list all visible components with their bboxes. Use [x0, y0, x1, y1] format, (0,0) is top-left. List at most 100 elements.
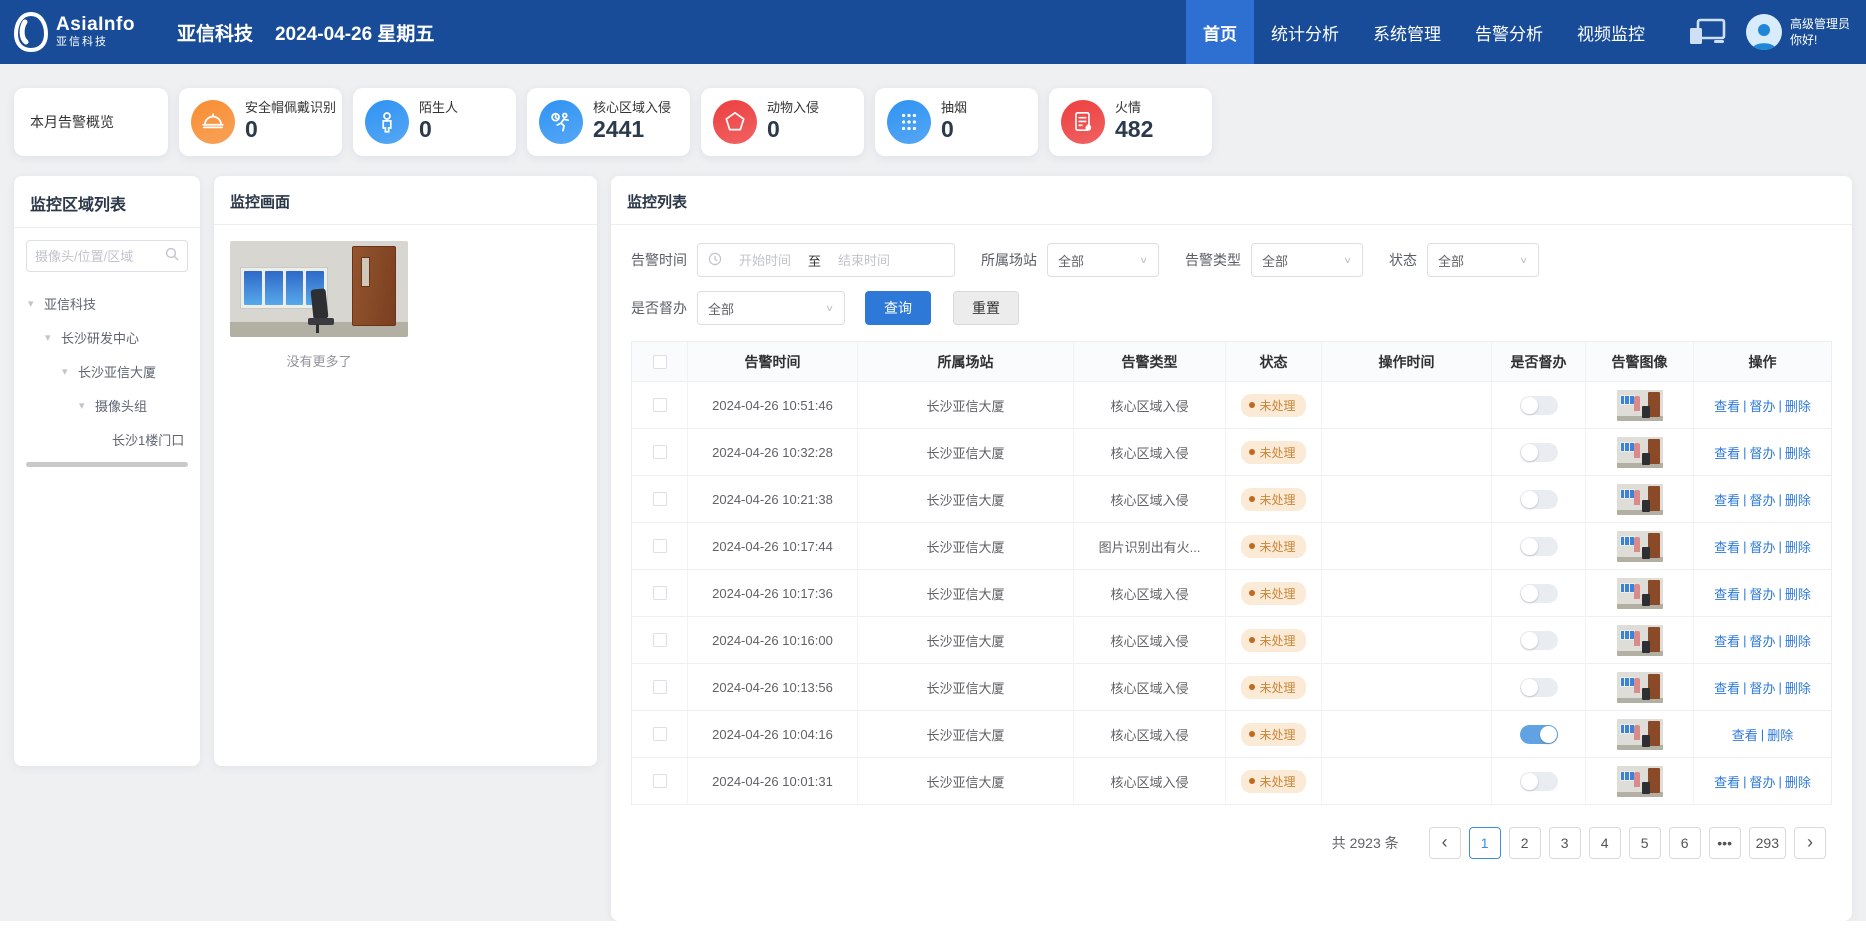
tree-horizontal-scrollbar[interactable] — [26, 462, 188, 467]
supervise-toggle[interactable] — [1520, 584, 1558, 603]
supervise-toggle[interactable] — [1520, 772, 1558, 791]
supervise-link[interactable]: 督办 — [1749, 631, 1775, 650]
page-button-1[interactable]: 1 — [1469, 827, 1501, 859]
caret-down-icon[interactable]: ▾ — [79, 399, 89, 412]
supervise-toggle[interactable] — [1520, 678, 1558, 697]
tree-node-长沙亚信大厦[interactable]: ▾长沙亚信大厦 — [26, 354, 188, 388]
view-link[interactable]: 查看 — [1714, 490, 1740, 509]
site-cell: 长沙亚信大厦 — [858, 382, 1074, 428]
site-select[interactable]: 全部∨ — [1047, 243, 1159, 277]
page-button-3[interactable]: 3 — [1549, 827, 1581, 859]
view-link[interactable]: 查看 — [1714, 631, 1740, 650]
op-time-cell — [1322, 476, 1492, 522]
tree-node-长沙研发中心[interactable]: ▾长沙研发中心 — [26, 320, 188, 354]
alarm-thumbnail-image[interactable] — [1617, 390, 1663, 421]
supervise-toggle[interactable] — [1520, 396, 1558, 415]
supervise-toggle[interactable] — [1520, 490, 1558, 509]
status-select[interactable]: 全部∨ — [1427, 243, 1539, 277]
supervise-link[interactable]: 督办 — [1749, 678, 1775, 697]
row-checkbox[interactable] — [653, 398, 667, 412]
supervise-cell — [1492, 664, 1586, 710]
pagination-next-button[interactable]: › — [1794, 827, 1826, 859]
row-checkbox[interactable] — [653, 539, 667, 553]
start-time-input[interactable] — [728, 253, 802, 268]
alarm-thumbnail-image[interactable] — [1617, 484, 1663, 515]
nav-item-首页[interactable]: 首页 — [1186, 0, 1254, 64]
row-checkbox[interactable] — [653, 680, 667, 694]
caret-down-icon[interactable]: ▾ — [28, 297, 38, 310]
view-link[interactable]: 查看 — [1732, 725, 1758, 744]
user-avatar[interactable] — [1746, 14, 1782, 50]
camera-preview-image[interactable] — [230, 241, 408, 337]
header-cell-告警类型: 告警类型 — [1074, 342, 1226, 381]
supervise-link[interactable]: 督办 — [1749, 396, 1775, 415]
row-checkbox[interactable] — [653, 727, 667, 741]
caret-down-icon[interactable]: ▾ — [62, 365, 72, 378]
row-checkbox[interactable] — [653, 633, 667, 647]
supervise-link[interactable]: 督办 — [1749, 537, 1775, 556]
row-checkbox[interactable] — [653, 492, 667, 506]
view-link[interactable]: 查看 — [1714, 584, 1740, 603]
view-link[interactable]: 查看 — [1714, 396, 1740, 415]
supervise-toggle[interactable] — [1520, 725, 1558, 744]
camera-search-input[interactable] — [35, 249, 159, 264]
supervise-link[interactable]: 督办 — [1749, 443, 1775, 462]
page-button-4[interactable]: 4 — [1589, 827, 1621, 859]
row-checkbox[interactable] — [653, 774, 667, 788]
status-dot-icon — [1249, 778, 1255, 784]
alarm-thumbnail-image[interactable] — [1617, 625, 1663, 656]
view-link[interactable]: 查看 — [1714, 443, 1740, 462]
delete-link[interactable]: 删除 — [1785, 537, 1811, 556]
supervise-link[interactable]: 督办 — [1749, 490, 1775, 509]
delete-link[interactable]: 删除 — [1785, 678, 1811, 697]
page-button-293[interactable]: 293 — [1749, 827, 1786, 859]
end-time-input[interactable] — [827, 253, 901, 268]
alarm-thumbnail-image[interactable] — [1617, 437, 1663, 468]
tree-node-亚信科技[interactable]: ▾亚信科技 — [26, 286, 188, 320]
view-link[interactable]: 查看 — [1714, 678, 1740, 697]
supervise-toggle[interactable] — [1520, 537, 1558, 556]
page-button-6[interactable]: 6 — [1669, 827, 1701, 859]
search-icon[interactable] — [165, 247, 179, 266]
supervise-link[interactable]: 督办 — [1749, 772, 1775, 791]
delete-link[interactable]: 删除 — [1785, 631, 1811, 650]
nav-item-视频监控[interactable]: 视频监控 — [1560, 0, 1662, 64]
alarm-thumbnail-image[interactable] — [1617, 719, 1663, 750]
alarm-thumbnail-image[interactable] — [1617, 672, 1663, 703]
supervise-select[interactable]: 全部∨ — [697, 291, 845, 325]
reset-button[interactable]: 重置 — [953, 291, 1019, 325]
delete-link[interactable]: 删除 — [1785, 396, 1811, 415]
delete-link[interactable]: 删除 — [1767, 725, 1793, 744]
alarm-thumbnail-image[interactable] — [1617, 531, 1663, 562]
supervise-toggle[interactable] — [1520, 443, 1558, 462]
type-select[interactable]: 全部∨ — [1251, 243, 1363, 277]
view-link[interactable]: 查看 — [1714, 772, 1740, 791]
alarm-thumbnail-image[interactable] — [1617, 766, 1663, 797]
pagination-prev-button[interactable]: ‹ — [1429, 827, 1461, 859]
actions-cell: 查看|督办|删除 — [1694, 476, 1831, 522]
supervise-toggle[interactable] — [1520, 631, 1558, 650]
date-range-picker[interactable]: 至 — [697, 243, 955, 277]
row-checkbox[interactable] — [653, 586, 667, 600]
select-all-checkbox[interactable] — [653, 355, 667, 369]
nav-item-系统管理[interactable]: 系统管理 — [1356, 0, 1458, 64]
page-button-5[interactable]: 5 — [1629, 827, 1661, 859]
delete-link[interactable]: 删除 — [1785, 443, 1811, 462]
alarm-thumbnail-image[interactable] — [1617, 578, 1663, 609]
search-button[interactable]: 查询 — [865, 291, 931, 325]
view-link[interactable]: 查看 — [1714, 537, 1740, 556]
caret-down-icon[interactable]: ▾ — [45, 331, 55, 344]
status-cell: 未处理 — [1226, 617, 1322, 663]
delete-link[interactable]: 删除 — [1785, 584, 1811, 603]
monitor-screens-icon[interactable] — [1688, 18, 1726, 46]
delete-link[interactable]: 删除 — [1785, 772, 1811, 791]
nav-item-统计分析[interactable]: 统计分析 — [1254, 0, 1356, 64]
supervise-link[interactable]: 督办 — [1749, 584, 1775, 603]
row-checkbox[interactable] — [653, 445, 667, 459]
page-button-2[interactable]: 2 — [1509, 827, 1541, 859]
nav-item-告警分析[interactable]: 告警分析 — [1458, 0, 1560, 64]
tree-node-摄像头组[interactable]: ▾摄像头组 — [26, 388, 188, 422]
delete-link[interactable]: 删除 — [1785, 490, 1811, 509]
pagination-ellipsis[interactable]: ••• — [1709, 827, 1741, 859]
tree-node-长沙1楼门口[interactable]: 长沙1楼门口 — [26, 422, 188, 456]
